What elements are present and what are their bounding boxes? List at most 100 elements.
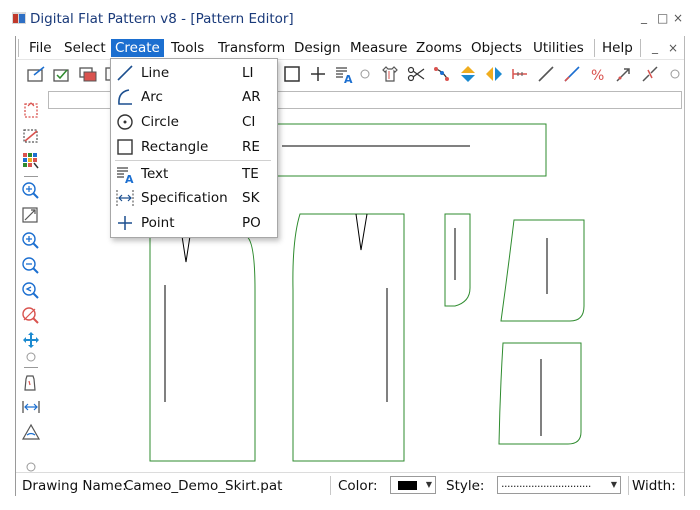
menu-item-text[interactable]: A Text TE: [111, 162, 277, 186]
percent-icon[interactable]: %: [588, 64, 608, 84]
flip-horizontal-icon[interactable]: [484, 64, 504, 84]
menu-item-shortcut: SK: [242, 190, 260, 206]
pocket-bag-bottom-piece[interactable]: [498, 342, 582, 445]
menu-item-label: Line: [141, 65, 170, 81]
menu-select[interactable]: Select: [64, 40, 106, 56]
app-icon: [12, 12, 26, 24]
drawing-name-value: Cameo_Demo_Skirt.pat: [124, 478, 283, 494]
menu-item-arc[interactable]: Arc AR: [111, 85, 277, 109]
menu-separator: [115, 160, 271, 161]
menu-item-rectangle[interactable]: Rectangle RE: [111, 135, 277, 159]
zoom-out-icon[interactable]: [20, 255, 42, 275]
menu-help[interactable]: Help: [602, 40, 633, 56]
menu-separator: [18, 39, 19, 57]
line-icon: [117, 65, 133, 81]
specification-icon: [116, 190, 134, 206]
rectangle-tool-icon[interactable]: [282, 64, 302, 84]
pocket-facing-piece[interactable]: [444, 213, 471, 307]
menu-item-label: Specification: [141, 190, 228, 206]
menu-tools[interactable]: Tools: [171, 40, 204, 56]
toolbar-more-icon[interactable]: [358, 64, 372, 84]
color-dropdown[interactable]: ▼: [390, 476, 436, 494]
delete-select-icon[interactable]: [20, 126, 42, 146]
zoom-clear-icon[interactable]: [20, 305, 42, 325]
flip-vertical-icon[interactable]: [458, 64, 478, 84]
measure-piece-icon[interactable]: [20, 373, 42, 393]
open-file-icon[interactable]: [52, 64, 72, 84]
style-dropdown[interactable]: .............................. ▼: [497, 476, 621, 494]
chevron-down-icon: ▼: [425, 480, 432, 489]
close-button[interactable]: ×: [673, 11, 683, 25]
menu-zooms[interactable]: Zooms: [416, 40, 462, 56]
menu-item-shortcut: CI: [242, 114, 256, 130]
point-icon: [118, 216, 132, 230]
toolbar-divider: [24, 367, 38, 368]
menu-file[interactable]: File: [29, 40, 52, 56]
minimize-button[interactable]: _: [641, 10, 647, 24]
menu-objects[interactable]: Objects: [471, 40, 522, 56]
doc-close-button[interactable]: ×: [668, 41, 678, 55]
extend-arrow-icon[interactable]: [614, 64, 634, 84]
window-title: Digital Flat Pattern v8 - [Pattern Edito…: [30, 11, 294, 27]
pocket-bag-top-piece[interactable]: [500, 219, 585, 322]
node-edit-icon[interactable]: [432, 64, 452, 84]
break-line-icon[interactable]: [640, 64, 660, 84]
diagonal-line-icon[interactable]: [536, 64, 556, 84]
menu-transform[interactable]: Transform: [218, 40, 285, 56]
measure-width-icon[interactable]: [20, 397, 42, 417]
front-skirt-piece[interactable]: [149, 235, 256, 462]
zoom-window-icon[interactable]: [20, 180, 42, 200]
color-swatch: [398, 481, 417, 490]
text-icon: A: [117, 167, 134, 184]
svg-text:A: A: [125, 173, 134, 184]
menu-item-label: Text: [141, 166, 169, 182]
doc-minimize-button[interactable]: _: [652, 40, 658, 54]
pan-icon[interactable]: [20, 330, 42, 350]
menu-item-shortcut: PO: [242, 215, 261, 231]
line-red-icon[interactable]: [562, 64, 582, 84]
new-file-icon[interactable]: [26, 64, 46, 84]
drawing-name-label: Drawing Name:: [22, 478, 127, 494]
menu-create[interactable]: Create: [111, 39, 164, 57]
create-menu-dropdown: Line LI Arc AR Circle CI Rectangle RE A …: [110, 58, 278, 238]
chevron-down-icon: ▼: [610, 480, 617, 489]
piece-select-icon[interactable]: [20, 100, 42, 120]
frame-border-left: [15, 36, 16, 496]
frame-border-right: [684, 36, 685, 496]
menu-measure[interactable]: Measure: [350, 40, 407, 56]
point-tool-icon[interactable]: [308, 64, 328, 84]
svg-text:%: %: [591, 68, 604, 84]
maximize-button[interactable]: □: [657, 11, 668, 25]
toolbar-overflow-icon[interactable]: [668, 64, 682, 84]
save-file-icon[interactable]: [78, 64, 98, 84]
status-bar: Drawing Name: Cameo_Demo_Skirt.pat Color…: [16, 472, 684, 497]
menu-separator: [640, 39, 641, 57]
menu-item-line[interactable]: Line LI: [111, 61, 277, 85]
measure-angle-icon[interactable]: [20, 422, 42, 442]
zoom-in-icon[interactable]: [20, 230, 42, 250]
measure-line-icon[interactable]: [510, 64, 530, 84]
svg-text:A: A: [344, 73, 353, 84]
style-label: Style:: [446, 478, 485, 494]
menu-item-circle[interactable]: Circle CI: [111, 110, 277, 134]
status-separator: [330, 476, 331, 495]
menu-item-point[interactable]: Point PO: [111, 211, 277, 235]
toolbar-divider: [24, 176, 38, 177]
left-toolbar-more-icon[interactable]: [20, 351, 42, 363]
front-dart: [181, 235, 191, 263]
menu-item-shortcut: AR: [242, 89, 261, 105]
menu-item-label: Point: [141, 215, 175, 231]
circle-icon: [117, 114, 133, 130]
menu-utilities[interactable]: Utilities: [533, 40, 584, 56]
cut-icon[interactable]: [406, 64, 426, 84]
garment-icon[interactable]: [380, 64, 400, 84]
color-grid-icon[interactable]: [20, 150, 42, 170]
zoom-fit-icon[interactable]: [20, 205, 42, 225]
menu-item-specification[interactable]: Specification SK: [111, 186, 277, 210]
menu-design[interactable]: Design: [294, 40, 341, 56]
text-tool-icon[interactable]: A: [334, 64, 354, 84]
style-value: ..............................: [501, 477, 591, 490]
menu-item-label: Circle: [141, 114, 179, 130]
status-separator: [628, 476, 629, 495]
zoom-previous-icon[interactable]: [20, 280, 42, 300]
